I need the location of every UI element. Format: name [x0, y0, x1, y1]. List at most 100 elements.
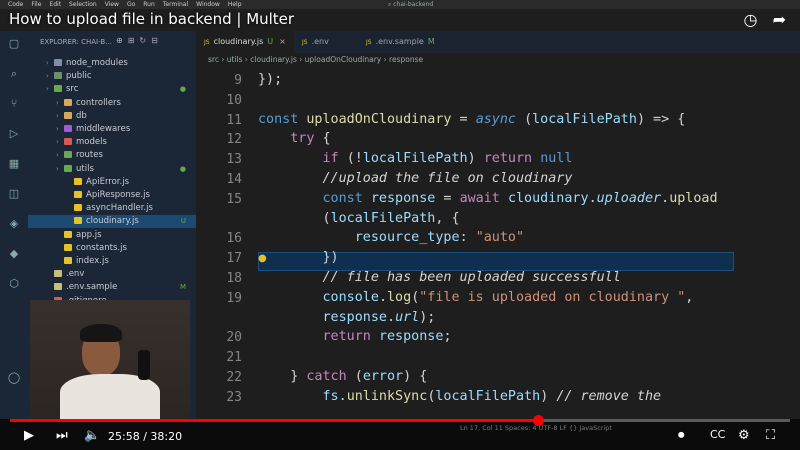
- share-icon[interactable]: ➦: [773, 10, 786, 29]
- command-search[interactable]: ⌕ chai-backend: [388, 0, 433, 9]
- play-icon[interactable]: ▶: [24, 428, 34, 443]
- breadcrumb-separator: ›: [296, 55, 305, 64]
- menu-item-help[interactable]: Help: [228, 1, 242, 8]
- js-file-icon: [64, 243, 72, 251]
- js-file-icon: JS: [366, 39, 372, 46]
- code-line[interactable]: // file has been uploaded successfull: [258, 270, 621, 285]
- tree-item[interactable]: › models: [28, 136, 196, 149]
- js-file-icon: [64, 230, 72, 238]
- video-title[interactable]: How to upload file in backend | Multer: [9, 10, 294, 28]
- account-icon[interactable]: ◯: [7, 371, 21, 385]
- code-line[interactable]: if (!localFilePath) return null: [258, 151, 573, 166]
- autoplay-toggle[interactable]: ⏺: [678, 428, 685, 443]
- menu-item-file[interactable]: File: [31, 1, 41, 8]
- tree-item-label: asyncHandler.js: [86, 203, 153, 214]
- code-line[interactable]: //upload the file on cloudinary: [258, 171, 573, 186]
- folder-icon: [64, 151, 72, 159]
- files-icon[interactable]: ▢: [7, 37, 21, 51]
- tree-item[interactable]: app.js: [28, 229, 196, 242]
- code-line[interactable]: return response;: [258, 329, 452, 344]
- tree-item-label: cloudinary.js: [86, 216, 139, 227]
- code-line[interactable]: const response = await cloudinary.upload…: [258, 191, 718, 206]
- code-line[interactable]: const uploadOnCloudinary = async (localF…: [258, 112, 685, 127]
- clock-icon[interactable]: ◷: [744, 10, 758, 29]
- tree-item-label: node_modules: [66, 58, 128, 68]
- tree-item[interactable]: › src ●: [28, 83, 196, 96]
- breadcrumb-item[interactable]: uploadOnCloudinary: [305, 55, 382, 64]
- remote-icon[interactable]: ◫: [7, 187, 21, 201]
- tree-item-label: models: [76, 137, 107, 148]
- code-line[interactable]: });: [258, 72, 282, 87]
- menu-item-go[interactable]: Go: [127, 1, 135, 8]
- tree-item[interactable]: .env: [28, 268, 196, 281]
- tree-item[interactable]: › public: [28, 70, 196, 83]
- git-status-badge: ●: [179, 85, 186, 94]
- captions-icon[interactable]: CC: [710, 428, 725, 441]
- progress-scrubber[interactable]: [533, 415, 545, 426]
- tree-item[interactable]: › routes: [28, 149, 196, 162]
- extensions-icon[interactable]: ▦: [7, 157, 21, 171]
- top-actions: ◷ ➦: [744, 10, 786, 29]
- code-line[interactable]: (localFilePath, {: [258, 211, 459, 226]
- tree-item[interactable]: constants.js: [28, 242, 196, 255]
- tree-item[interactable]: › db: [28, 110, 196, 123]
- volume-icon[interactable]: 🔈: [84, 428, 100, 443]
- live-share-icon[interactable]: ⬡: [7, 277, 21, 291]
- line-number: 13: [226, 152, 242, 168]
- code-line[interactable]: resource_type: "auto": [258, 230, 524, 245]
- code-line[interactable]: try {: [258, 131, 330, 146]
- code-line[interactable]: fs.unlinkSync(localFilePath) // remove t…: [258, 389, 662, 404]
- menu-item-edit[interactable]: Edit: [49, 1, 61, 8]
- tree-item[interactable]: ApiResponse.js: [28, 189, 196, 202]
- tree-item[interactable]: › node_modules: [28, 57, 196, 70]
- source-control-icon[interactable]: ⑂: [7, 97, 21, 111]
- code-line[interactable]: } catch (error) {: [258, 369, 427, 384]
- fullscreen-icon[interactable]: ⛶: [766, 428, 775, 443]
- editor-tabs: JS cloudinary.js U × JS .env JS .env.sample M: [196, 31, 800, 53]
- line-number: 21: [226, 350, 242, 366]
- tree-item[interactable]: cloudinary.js U: [28, 215, 196, 229]
- run-debug-icon[interactable]: ▷: [7, 127, 21, 141]
- code-line[interactable]: }): [258, 250, 338, 265]
- docker-icon[interactable]: ◈: [7, 217, 21, 231]
- tab--env[interactable]: JS .env: [294, 31, 337, 53]
- tree-item[interactable]: .env.sample M: [28, 281, 196, 294]
- menu-item-terminal[interactable]: Terminal: [163, 1, 188, 8]
- line-number: 12: [226, 132, 242, 148]
- search-icon[interactable]: ⌕: [7, 67, 21, 81]
- next-icon[interactable]: ⏭: [56, 428, 68, 443]
- time-current: 25:58: [108, 430, 140, 443]
- breadcrumb-item[interactable]: src: [208, 55, 219, 64]
- tree-item-label: middlewares: [76, 124, 131, 134]
- close-icon[interactable]: ×: [279, 37, 286, 46]
- ethereum-icon[interactable]: ◆: [7, 247, 21, 261]
- tree-item[interactable]: ApiError.js: [28, 176, 196, 189]
- menu-item-view[interactable]: View: [105, 1, 119, 8]
- tree-item[interactable]: asyncHandler.js: [28, 202, 196, 215]
- tree-item[interactable]: › middlewares: [28, 123, 196, 136]
- menu-item-run[interactable]: Run: [143, 1, 155, 8]
- gear-icon[interactable]: ⚙: [738, 428, 750, 443]
- menu-item-code[interactable]: Code: [8, 1, 23, 8]
- presenter-hair: [80, 324, 122, 342]
- folder-icon: [54, 72, 62, 80]
- tree-item[interactable]: index.js: [28, 255, 196, 268]
- breadcrumb-separator: ›: [381, 55, 390, 64]
- tab--env-sample[interactable]: JS .env.sample M: [358, 31, 443, 53]
- code-line[interactable]: console.log("file is uploaded on cloudin…: [258, 290, 694, 305]
- menu-item-selection[interactable]: Selection: [69, 1, 97, 8]
- git-status-badge: M: [179, 283, 186, 292]
- tree-item[interactable]: › controllers: [28, 97, 196, 110]
- tab-cloudinary-js[interactable]: JS cloudinary.js U ×: [196, 31, 294, 53]
- tree-item[interactable]: › utils ●: [28, 163, 196, 176]
- code-editor[interactable]: ● 9}); 10 11 const uploadOnCloudinary = asy…: [196, 67, 800, 419]
- explorer-actions[interactable]: ⊕⊞↻⊟: [116, 36, 163, 45]
- mac-menubar: Code File Edit Selection View Go Run Terminal Wi…: [0, 0, 800, 9]
- code-line[interactable]: response.url);: [258, 310, 436, 325]
- breadcrumb-item[interactable]: cloudinary.js: [250, 55, 297, 64]
- breadcrumb-item[interactable]: response: [389, 55, 423, 64]
- breadcrumb-item[interactable]: utils: [227, 55, 243, 64]
- line-number: 18: [226, 271, 242, 286]
- menu-item-window[interactable]: Window: [196, 1, 220, 8]
- tree-item-label: app.js: [76, 229, 102, 240]
